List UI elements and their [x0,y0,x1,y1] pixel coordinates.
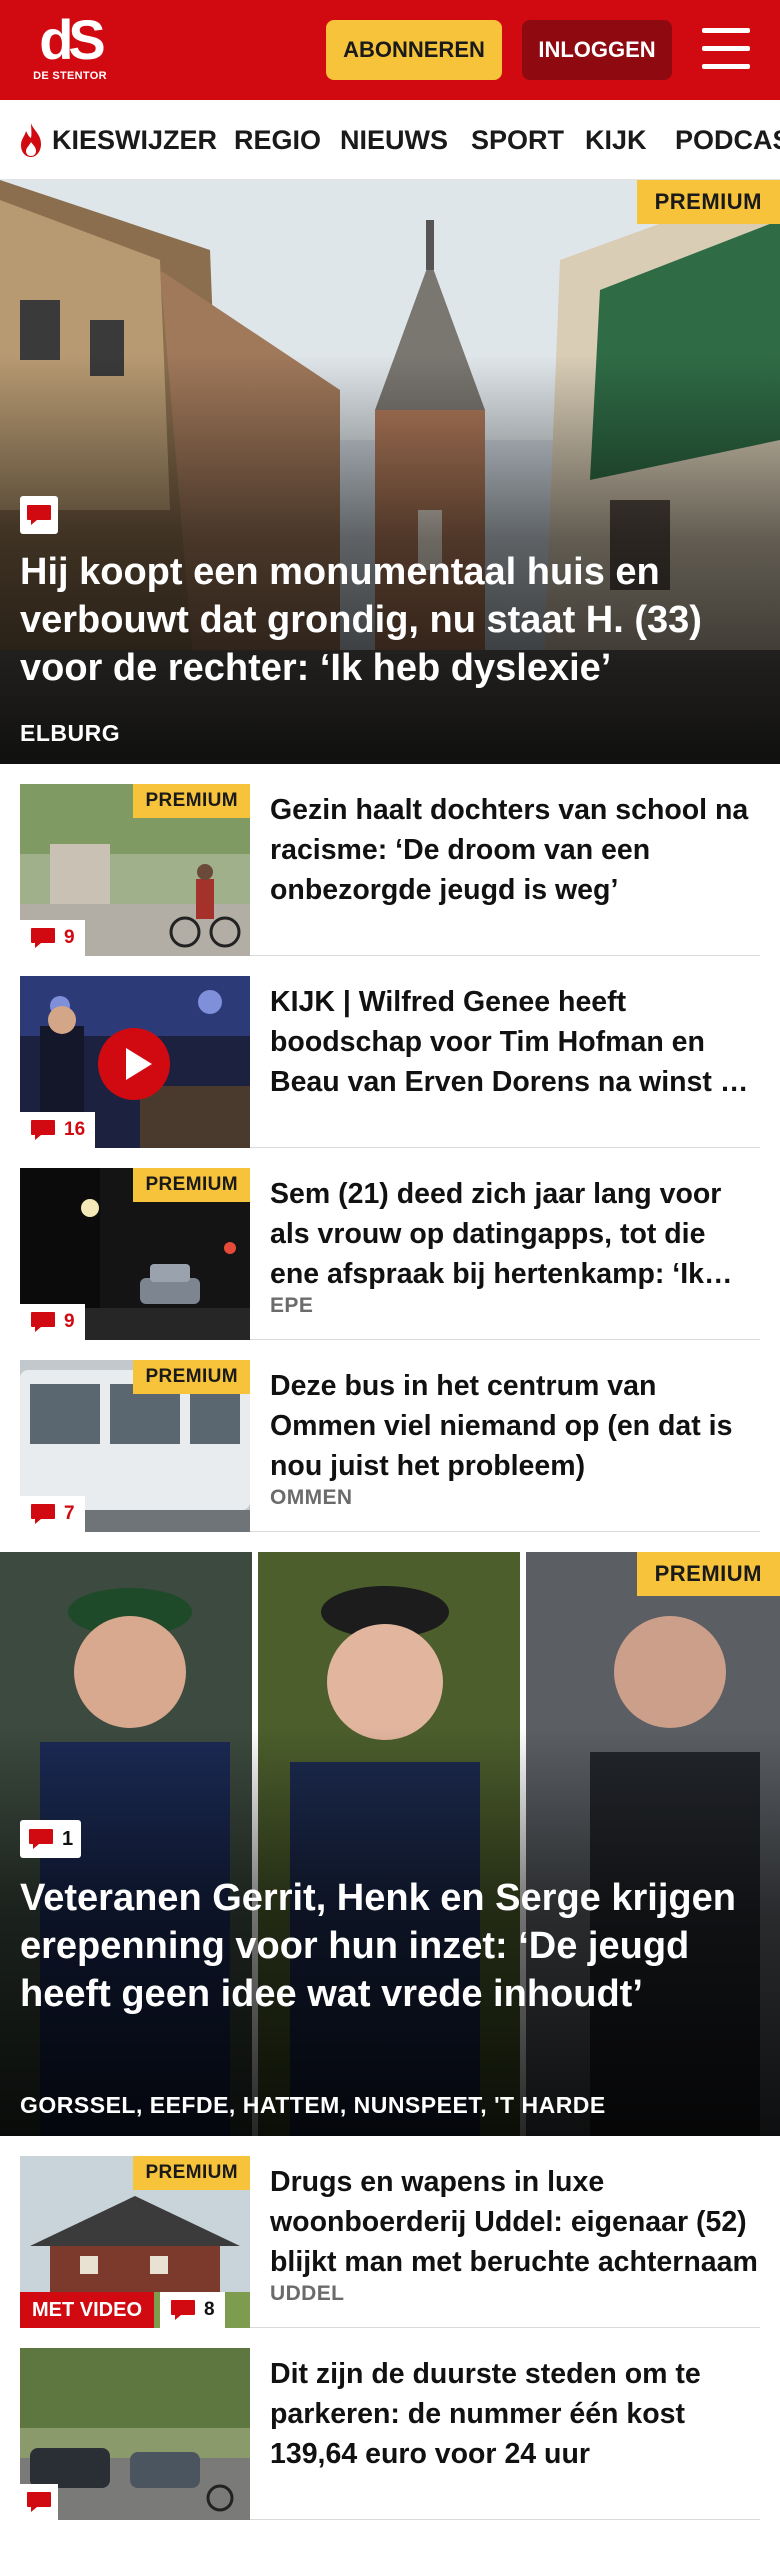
comment-count-chip[interactable]: 8 [160,2292,225,2328]
comment-count-chip[interactable]: 7 [20,1496,85,1532]
article-thumbnail: PREMIUM 9 [20,784,250,956]
comment-bubble-icon [170,2299,196,2321]
article-headline[interactable]: KIJK | Wilfred Genee heeft boodschap voo… [270,982,760,1102]
article-location: EPE [270,1294,314,1317]
login-button[interactable]: INLOGGEN [522,20,672,80]
comment-bubble-icon [26,2491,52,2513]
comment-count: 7 [64,1503,75,1524]
premium-badge: PREMIUM [133,1360,250,1394]
article-headline[interactable]: Gezin haalt dochters van school na racis… [270,790,760,910]
hamburger-menu-icon[interactable] [700,26,752,72]
nav-item-kieswijzer[interactable]: KIESWIJZER [52,100,217,179]
hero-headline[interactable]: Veteranen Gerrit, Henk en Serge krijgen … [20,1874,750,2018]
comment-count: 9 [64,927,75,948]
comment-count: 8 [204,2299,215,2320]
article-thumbnail: PREMIUM MET VIDEO 8 [20,2156,250,2328]
article-headline[interactable]: Dit zijn de duurste steden om te parkere… [270,2354,760,2474]
comment-bubble-icon [26,504,52,526]
article-location: UDDEL [270,2282,345,2305]
hero-article[interactable]: PREMIUM Hij koopt een monumentaal huis e… [0,180,780,764]
section-nav: KIESWIJZER REGIO NIEUWS SPORT KIJK PODCA… [0,100,780,180]
article-location: OMMEN [270,1486,353,1509]
comment-bubble-icon [30,1311,56,1333]
nav-item-kijk[interactable]: KIJK [585,100,647,179]
comment-count: 16 [64,1119,86,1140]
logo-mark: dS [39,8,106,71]
hero-article[interactable]: PREMIUM 1 Veteranen Gerrit, Henk en Serg… [0,1552,780,2136]
comment-count: 1 [62,1827,74,1850]
premium-badge: PREMIUM [133,1168,250,1202]
video-badge: MET VIDEO [20,2292,155,2328]
hero-headline[interactable]: Hij koopt een monumentaal huis en verbou… [20,548,750,692]
comment-count: 9 [64,1311,75,1332]
comment-bubble-icon [30,927,56,949]
comment-count-chip[interactable]: 16 [20,1112,96,1148]
comment-count-chip[interactable]: 9 [20,1304,85,1340]
article-headline[interactable]: Deze bus in het centrum van Ommen viel n… [270,1366,760,1486]
article-thumbnail: 16 [20,976,250,1148]
play-video-icon[interactable] [98,1028,170,1100]
comment-count-chip[interactable]: 9 [20,920,85,956]
article-thumbnail [20,2348,250,2520]
comment-count-chip[interactable]: 1 [20,1820,82,1858]
article-headline[interactable]: Sem (21) deed zich jaar lang voor als vr… [270,1174,760,1294]
premium-badge: PREMIUM [636,180,780,224]
hero-location: ELBURG [20,720,121,746]
article-thumbnail: PREMIUM 9 [20,1168,250,1340]
comment-bubble-icon [30,1119,56,1141]
nav-item-podcasts[interactable]: PODCASTS [675,100,780,179]
hero-location: GORSSEL, EEFDE, HATTEM, NUNSPEET, 'T HAR… [20,2092,606,2118]
nav-item-regio[interactable]: REGIO [234,100,321,179]
comment-count-chip[interactable] [20,2484,58,2520]
top-bar: dS DE STENTOR ABONNEREN INLOGGEN [0,0,780,100]
destentor-logo[interactable]: dS DE STENTOR [28,12,112,88]
comment-count-chip[interactable] [20,496,58,534]
list-item[interactable]: PREMIUM 7 Deze bus in het centrum van Om… [20,1360,760,1532]
article-thumbnail: PREMIUM 7 [20,1360,250,1532]
comment-bubble-icon [28,1828,54,1850]
premium-badge: PREMIUM [636,1552,780,1596]
list-item[interactable]: PREMIUM 9 Gezin haalt dochters van schoo… [20,784,760,956]
logo-subtitle: DE STENTOR [33,70,107,82]
comment-bubble-icon [30,1503,56,1525]
premium-badge: PREMIUM [133,2156,250,2190]
article-headline[interactable]: Drugs en wapens in luxe woonboerderij Ud… [270,2162,760,2282]
list-item[interactable]: 16 KIJK | Wilfred Genee heeft boodschap … [20,976,760,1148]
nav-item-nieuws[interactable]: NIEUWS [340,100,448,179]
list-item[interactable]: Dit zijn de duurste steden om te parkere… [20,2348,760,2520]
nav-item-sport[interactable]: SPORT [471,100,564,179]
subscribe-button[interactable]: ABONNEREN [326,20,502,80]
premium-badge: PREMIUM [133,784,250,818]
flame-icon [21,123,41,157]
list-item[interactable]: PREMIUM 9 Sem (21) deed zich jaar lang v… [20,1168,760,1340]
list-item[interactable]: PREMIUM MET VIDEO 8 Drugs en wapens in l… [20,2156,760,2328]
